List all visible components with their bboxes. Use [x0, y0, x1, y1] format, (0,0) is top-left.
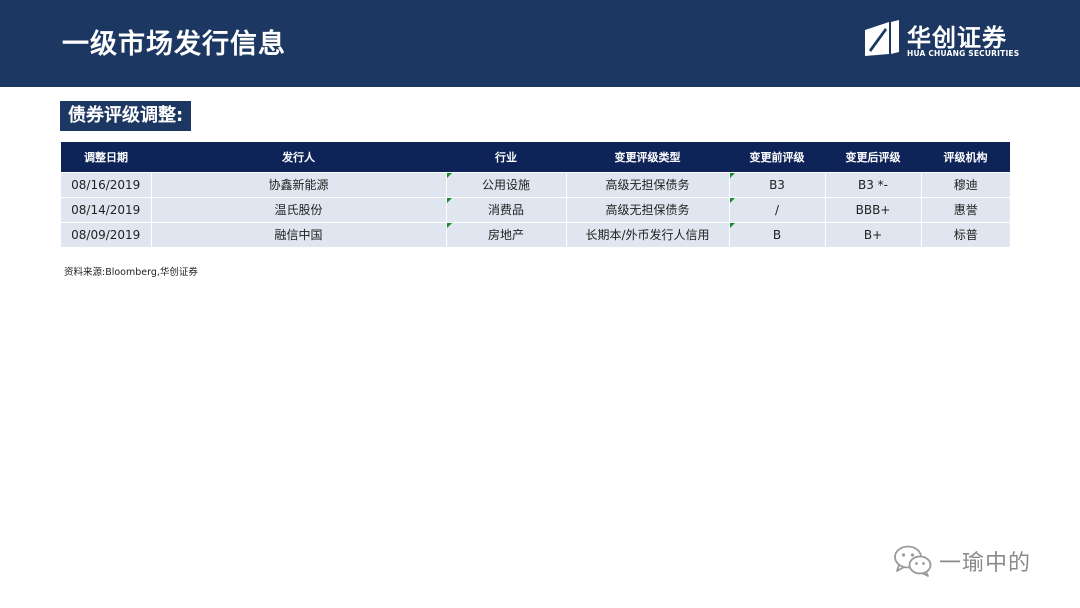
cell-agency: 惠誉: [920, 196, 1010, 222]
logo-mark-icon: [865, 20, 899, 56]
header-bar: 一级市场发行信息 华创证券 HUA CHUANG SECURITIES: [0, 0, 1080, 87]
cell-corner-mark: [446, 222, 452, 228]
cell-new-rating: B3 *-: [824, 171, 921, 197]
cell-corner-mark: [729, 197, 735, 203]
cell-agency: 穆迪: [920, 171, 1010, 197]
cell-issuer: 温氏股份: [150, 196, 446, 222]
cell-issuer: 融信中国: [150, 221, 446, 247]
cell-corner-mark: [446, 197, 452, 203]
col-header-industry: 行业: [446, 142, 566, 172]
cell-rating-type: 长期本/外币发行人信用: [565, 221, 729, 247]
cell-prior-rating: B: [728, 221, 825, 247]
cell-prior-rating: B3: [728, 171, 825, 197]
cell-new-rating: B+: [824, 221, 921, 247]
cell-agency: 标普: [920, 221, 1010, 247]
page-title: 一级市场发行信息: [62, 29, 286, 60]
watermark-text: 一瑜中的: [939, 551, 1032, 576]
wechat-icon: [894, 545, 932, 577]
cell-date: 08/14/2019: [61, 196, 151, 222]
logo-text-cn: 华创证券: [907, 24, 1007, 52]
cell-industry: 公用设施: [445, 171, 566, 197]
cell-corner-mark: [729, 222, 735, 228]
source-note: 资料来源:Bloomberg,华创证券: [64, 267, 198, 278]
table-row: 08/09/2019 融信中国 房地产 长期本/外币发行人信用 B B+ 标普: [61, 221, 1010, 247]
cell-new-rating: BBB+: [824, 196, 921, 222]
table-header-row: 调整日期 发行人 行业 变更评级类型 变更前评级 变更后评级 评级机构: [61, 142, 1010, 172]
section-title: 债券评级调整:: [60, 101, 192, 131]
cell-prior-rating: /: [728, 196, 825, 222]
cell-date: 08/16/2019: [61, 171, 151, 197]
col-header-rating-type: 变更评级类型: [566, 142, 729, 172]
cell-industry: 房地产: [445, 221, 566, 247]
table-row: 08/14/2019 温氏股份 消费品 高级无担保债务 / BBB+ 惠誉: [61, 196, 1010, 222]
rating-adjustment-table: 调整日期 发行人 行业 变更评级类型 变更前评级 变更后评级 评级机构 08/1…: [61, 142, 1010, 247]
cell-date: 08/09/2019: [61, 221, 151, 247]
cell-corner-mark: [446, 172, 452, 178]
col-header-agency: 评级机构: [921, 142, 1010, 172]
col-header-new-rating: 变更后评级: [825, 142, 921, 172]
cell-issuer: 协鑫新能源: [150, 171, 446, 197]
col-header-issuer: 发行人: [151, 142, 446, 172]
cell-rating-type: 高级无担保债务: [565, 171, 729, 197]
col-header-date: 调整日期: [61, 142, 151, 172]
cell-industry: 消费品: [445, 196, 566, 222]
col-header-prior-rating: 变更前评级: [729, 142, 825, 172]
watermark: 一瑜中的: [893, 544, 1031, 578]
logo-text-en: HUA CHUANG SECURITIES: [907, 49, 1020, 58]
cell-corner-mark: [729, 172, 735, 178]
cell-rating-type: 高级无担保债务: [565, 196, 729, 222]
company-logo: 华创证券 HUA CHUANG SECURITIES: [863, 18, 1023, 62]
table-row: 08/16/2019 协鑫新能源 公用设施 高级无担保债务 B3 B3 *- 穆…: [61, 171, 1010, 197]
